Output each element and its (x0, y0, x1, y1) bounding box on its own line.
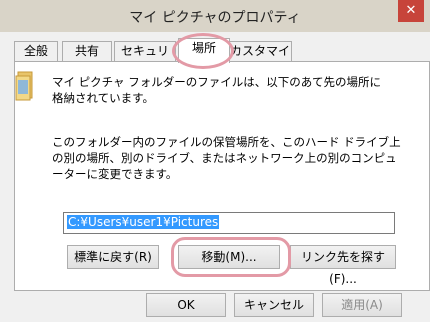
tab-sharing[interactable]: 共有 (62, 41, 112, 62)
tab-location[interactable]: 場所 (178, 38, 230, 63)
properties-window: マイ ピクチャのプロパティ ✕ 全般 共有 セキュリティ 場所 カスタマイズ マ… (0, 0, 430, 322)
title-bar[interactable]: マイ ピクチャのプロパティ ✕ (0, 0, 430, 32)
find-target-button[interactable]: リンク先を探す(F)... (290, 245, 396, 286)
apply-button[interactable]: 適用(A) (322, 293, 402, 317)
cancel-button[interactable]: キャンセル (234, 293, 314, 317)
tab-security[interactable]: セキュリティ (114, 41, 176, 77)
close-button[interactable]: ✕ (398, 0, 424, 22)
window-title: マイ ピクチャのプロパティ (129, 10, 301, 26)
ok-button[interactable]: OK (146, 293, 226, 317)
dialog-client-area: 全般 共有 セキュリティ 場所 カスタマイズ マイ ピクチャ フォルダーのファイ… (0, 32, 430, 322)
tab-strip: 全般 共有 セキュリティ 場所 カスタマイズ (14, 38, 430, 77)
tab-general[interactable]: 全般 (14, 41, 58, 62)
move-button[interactable]: 移動(M)... (178, 245, 280, 269)
path-input[interactable]: C:¥Users¥user1¥Pictures (63, 212, 395, 234)
move-description: このフォルダー内のファイルの保管場所を、このハード ドライブ上の別の場所、別のド… (52, 135, 401, 181)
location-description: マイ ピクチャ フォルダーのファイルは、以下のあて先の場所に格納されています。 (52, 75, 381, 105)
folder-icon (15, 71, 33, 101)
path-text: C:¥Users¥user1¥Pictures (67, 215, 220, 229)
tab-customize[interactable]: カスタマイズ (228, 41, 292, 77)
dialog-footer: OK キャンセル 適用(A) (0, 291, 430, 322)
restore-default-button[interactable]: 標準に戻す(R) (67, 245, 159, 269)
